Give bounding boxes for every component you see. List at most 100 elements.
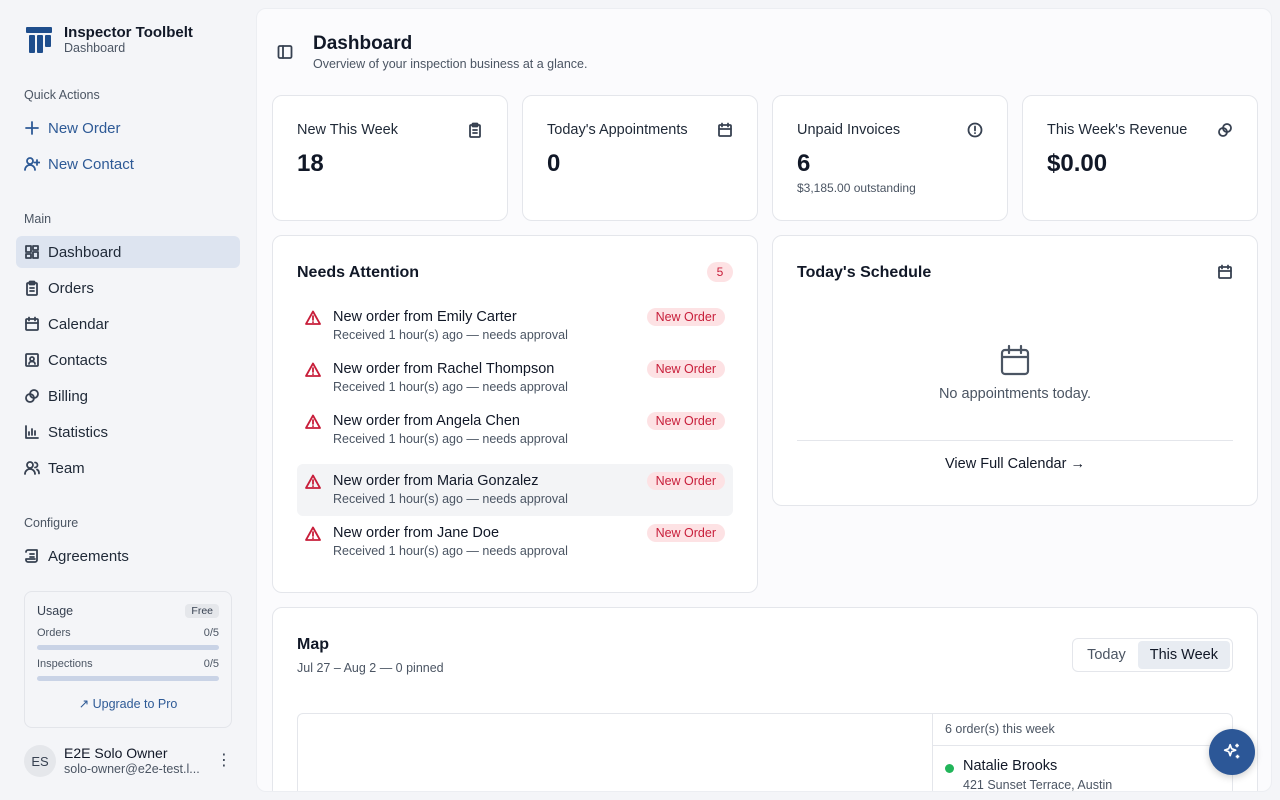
upgrade-label: Upgrade to Pro (92, 697, 178, 711)
attention-item-subtitle: Received 1 hour(s) ago — needs approval (333, 432, 568, 446)
sidebar-item-label: Contacts (48, 351, 108, 369)
configure-section-label: Configure (24, 516, 79, 530)
stat-card-weekly-revenue: This Week's Revenue $0.00 (1022, 95, 1258, 221)
list-item[interactable]: New order from Emily Carter Received 1 h… (297, 300, 733, 352)
plus-icon (25, 121, 39, 135)
needs-attention-title: Needs Attention (297, 264, 420, 281)
sidebar-item-label: Dashboard (48, 243, 122, 261)
new-order-label: New Order (48, 119, 121, 137)
calendar-icon (718, 122, 732, 137)
attention-item-title: New order from Jane Doe (333, 525, 500, 541)
schedule-empty-text: No appointments today. (938, 386, 1092, 402)
sidebar-item-billing[interactable]: Billing (16, 380, 240, 412)
alert-triangle-icon (305, 474, 321, 489)
orders-usage-bar (37, 645, 219, 650)
stat-title: New This Week (297, 122, 398, 138)
stat-value: 0 (547, 150, 561, 177)
sidebar-item-label: Team (48, 459, 85, 477)
map-title: Map (297, 636, 329, 653)
sidebar-item-team[interactable]: Team (16, 452, 240, 484)
map-view[interactable]: 6 order(s) this week Natalie Brooks 421 … (297, 713, 1233, 792)
layout-grid-icon (25, 245, 39, 259)
list-item[interactable]: New order from Maria Gonzalez Received 1… (297, 464, 733, 516)
more-vertical-icon[interactable]: ⋮ (216, 750, 232, 770)
coins-icon (1218, 123, 1232, 137)
brand[interactable]: Inspector Toolbelt Dashboard (24, 24, 193, 56)
logo-icon (26, 27, 52, 53)
orders-usage-row: Orders 0/5 (37, 627, 219, 639)
inspections-usage-value: 0/5 (203, 658, 219, 670)
sidebar-item-label: Agreements (48, 547, 129, 565)
user-email: solo-owner@e2e-test.l... (64, 762, 200, 776)
coins-icon (25, 389, 39, 403)
map-subtitle: Jul 27 – Aug 2 — 0 pinned (297, 661, 444, 675)
status-badge: New Order (646, 412, 725, 430)
alert-triangle-icon (305, 414, 321, 429)
attention-count-badge: 5 (707, 262, 733, 282)
stat-value: 6 (797, 150, 811, 177)
clipboard-icon (26, 280, 38, 296)
sidebar-item-label: Calendar (48, 315, 109, 333)
order-address: 421 Sunset Terrace, Austin (963, 778, 1113, 792)
list-item[interactable]: New order from Rachel Thompson Received … (297, 352, 733, 404)
view-full-calendar-link[interactable]: View Full Calendar → (773, 456, 1257, 472)
sidebar: Inspector Toolbelt Dashboard Quick Actio… (0, 0, 256, 800)
sidebar-item-statistics[interactable]: Statistics (16, 416, 240, 448)
app-subtitle: Dashboard (64, 41, 126, 55)
status-badge: New Order (646, 472, 725, 490)
attention-item-subtitle: Received 1 hour(s) ago — needs approval (333, 380, 568, 394)
plan-badge: Free (185, 604, 219, 618)
attention-item-title: New order from Rachel Thompson (333, 361, 555, 377)
sparkles-icon (1223, 743, 1240, 759)
sidebar-item-contacts[interactable]: Contacts (16, 344, 240, 376)
week-orders-list: 6 order(s) this week Natalie Brooks 421 … (932, 714, 1232, 792)
page-subtitle: Overview of your inspection business at … (313, 57, 588, 71)
sidebar-item-dashboard[interactable]: Dashboard (16, 236, 240, 268)
new-order-button[interactable]: New Order (16, 112, 240, 144)
orders-usage-value: 0/5 (203, 627, 219, 639)
attention-item-title: New order from Angela Chen (333, 413, 520, 429)
status-badge: New Order (646, 308, 725, 326)
list-item[interactable]: New order from Angela Chen Received 1 ho… (297, 404, 733, 456)
stat-value: 18 (297, 150, 324, 177)
tab-this-week[interactable]: This Week (1137, 641, 1230, 669)
attention-item-title: New order from Maria Gonzalez (333, 473, 539, 489)
inspections-usage-bar (37, 676, 219, 681)
user-profile[interactable]: ES E2E Solo Owner solo-owner@e2e-test.l.… (24, 744, 240, 778)
attention-item-subtitle: Received 1 hour(s) ago — needs approval (333, 544, 568, 558)
status-dot (945, 764, 954, 773)
stat-title: This Week's Revenue (1047, 122, 1188, 138)
stat-card-todays-appointments: Today's Appointments 0 (522, 95, 758, 221)
scroll-icon (25, 549, 38, 563)
arrow-up-right-icon: ↗ (78, 697, 90, 711)
map-range-toggle: Today This Week (1072, 638, 1233, 672)
sidebar-item-calendar[interactable]: Calendar (16, 308, 240, 340)
user-name: E2E Solo Owner (64, 745, 168, 761)
tab-today[interactable]: Today (1075, 641, 1138, 669)
attention-item-title: New order from Emily Carter (333, 309, 517, 325)
divider (797, 440, 1233, 441)
sidebar-item-agreements[interactable]: Agreements (16, 540, 240, 572)
list-item[interactable]: New order from Jane Doe Received 1 hour(… (297, 516, 733, 568)
alert-triangle-icon (305, 362, 321, 377)
stat-title: Today's Appointments (547, 122, 688, 138)
alert-triangle-icon (305, 526, 321, 541)
sidebar-toggle-icon[interactable] (277, 44, 293, 60)
calendar-icon (25, 316, 39, 331)
new-contact-button[interactable]: New Contact (16, 148, 240, 180)
ai-assistant-button[interactable] (1209, 729, 1255, 775)
sidebar-item-orders[interactable]: Orders (16, 272, 240, 304)
sidebar-item-label: Billing (48, 387, 89, 405)
stat-card-new-this-week: New This Week 18 (272, 95, 508, 221)
page-title: Dashboard (313, 33, 413, 54)
orders-usage-label: Orders (37, 627, 71, 639)
main-content: Dashboard Overview of your inspection bu… (256, 8, 1272, 792)
app-title: Inspector Toolbelt (64, 24, 193, 41)
usage-panel: Usage Free Orders 0/5 Inspections 0/5 ↗ … (24, 591, 232, 728)
order-client-name: Natalie Brooks (963, 758, 1058, 774)
upgrade-to-pro-link[interactable]: ↗ Upgrade to Pro (25, 696, 231, 711)
sidebar-item-label: Statistics (48, 423, 109, 441)
users-icon (24, 461, 40, 475)
stat-value: $0.00 (1047, 150, 1108, 177)
stat-card-unpaid-invoices: Unpaid Invoices 6 $3,185.00 outstanding (772, 95, 1008, 221)
